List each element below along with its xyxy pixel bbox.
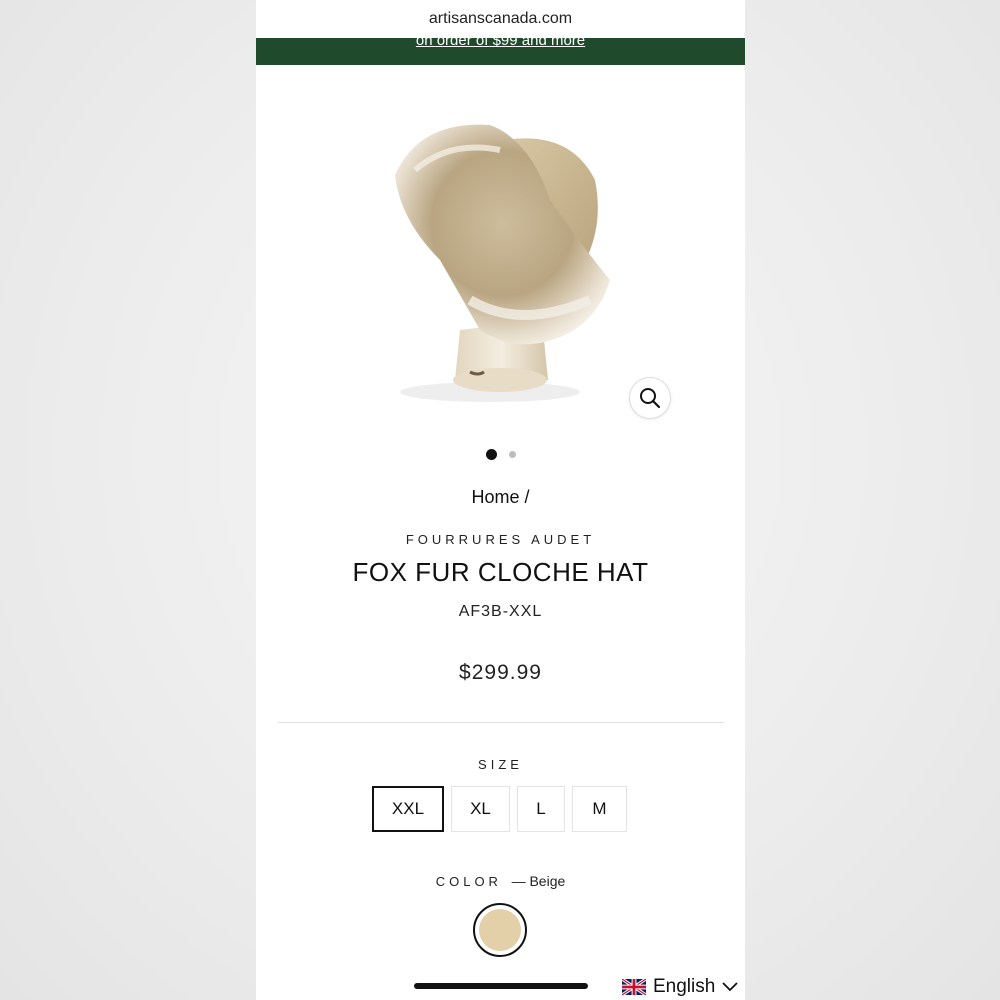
size-option-m[interactable]: M (572, 786, 627, 832)
zoom-button[interactable] (629, 377, 671, 419)
promo-link[interactable]: on order of $99 and more (416, 38, 585, 49)
product-image[interactable] (320, 80, 682, 430)
phone-screen: artisanscanada.com on order of $99 and m… (256, 0, 745, 1000)
product-sku: AF3B-XXL (458, 603, 543, 620)
size-option-xxl[interactable]: XXL (372, 786, 444, 832)
color-label-row: COLOR — Beige (256, 873, 745, 889)
promo-banner: on order of $99 and more (256, 38, 745, 65)
language-label: English (653, 976, 716, 997)
address-bar[interactable]: artisanscanada.com (256, 0, 745, 38)
color-swatch-beige[interactable] (473, 903, 527, 957)
hat-photo (395, 124, 610, 402)
chevron-down-icon (722, 982, 738, 992)
product-title: FOX FUR CLOCHE HAT (352, 557, 649, 587)
home-indicator[interactable] (414, 983, 588, 989)
uk-flag-icon (622, 979, 646, 995)
swatch-fill (479, 909, 521, 951)
gallery-pagination (256, 449, 745, 460)
color-value: — Beige (511, 873, 566, 889)
size-label: SIZE (478, 757, 523, 772)
size-option-l[interactable]: L (517, 786, 565, 832)
product-price: $299.99 (459, 661, 542, 684)
slide-dot-2[interactable] (508, 451, 516, 458)
divider (278, 722, 724, 723)
url-text: artisanscanada.com (428, 10, 573, 27)
magnifier-icon (640, 388, 661, 409)
slide-dot-1[interactable] (485, 449, 497, 460)
product-vendor: FOURRURES AUDET (405, 532, 596, 547)
color-label: COLOR (435, 874, 502, 889)
size-option-xl[interactable]: XL (451, 786, 510, 832)
breadcrumb[interactable]: Home / (256, 487, 745, 508)
language-selector[interactable]: English (622, 974, 738, 1000)
